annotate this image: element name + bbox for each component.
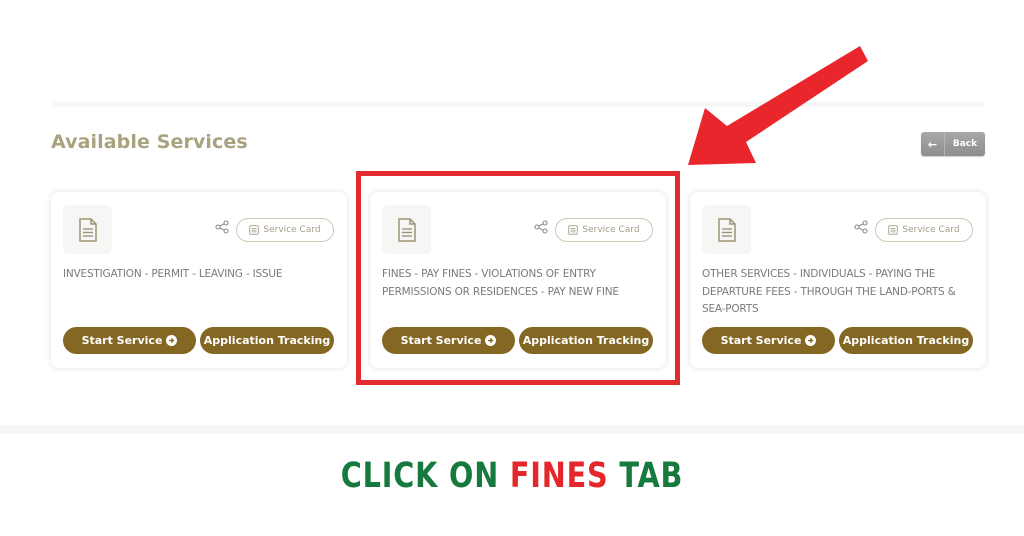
service-card-investigation: Service Card INVESTIGATION - PERMIT - LE…: [51, 192, 347, 368]
service-card-label: Service Card: [582, 225, 640, 235]
share-icon[interactable]: [854, 220, 868, 234]
application-tracking-label: Application Tracking: [522, 334, 650, 347]
service-description: INVESTIGATION - PERMIT - LEAVING - ISSUE: [63, 268, 283, 280]
application-tracking-button[interactable]: Application Tracking: [839, 327, 973, 354]
service-description: OTHER SERVICES - INDIVIDUALS - PAYING TH…: [702, 268, 956, 315]
service-card-label: Service Card: [263, 225, 321, 235]
service-card-fines: Service Card FINES - PAY FINES - VIOLATI…: [370, 192, 666, 368]
service-card-button[interactable]: Service Card: [236, 218, 334, 242]
application-tracking-label: Application Tracking: [203, 334, 331, 347]
application-tracking-button[interactable]: Application Tracking: [519, 327, 653, 354]
service-card-button[interactable]: Service Card: [555, 218, 653, 242]
section-title: Available Services: [51, 131, 248, 153]
application-tracking-label: Application Tracking: [842, 334, 970, 347]
service-card-label: Service Card: [902, 225, 960, 235]
card-list-icon: [888, 225, 899, 235]
arrow-circle-right-icon: [805, 335, 817, 346]
caption-part-3: TAB: [608, 456, 684, 496]
pointer-arrow-icon: [688, 46, 868, 165]
caption-part-1: CLICK ON: [340, 456, 510, 496]
service-description: FINES - PAY FINES - VIOLATIONS OF ENTRY …: [382, 268, 619, 298]
application-tracking-button[interactable]: Application Tracking: [200, 327, 334, 354]
back-button[interactable]: ← Back: [921, 132, 985, 156]
start-service-button[interactable]: Start Service: [382, 327, 515, 354]
caption-part-2: FINES: [509, 456, 609, 496]
start-service-button[interactable]: Start Service: [702, 327, 835, 354]
arrow-circle-right-icon: [485, 335, 497, 346]
document-icon: [63, 205, 112, 254]
share-icon[interactable]: [215, 220, 229, 234]
card-list-icon: [249, 225, 260, 235]
arrow-left-icon: ←: [921, 132, 945, 156]
back-button-label: Back: [952, 139, 978, 149]
document-icon: [702, 205, 751, 254]
start-service-button[interactable]: Start Service: [63, 327, 196, 354]
instruction-caption: CLICK ON FINES TAB: [92, 456, 932, 496]
card-list-icon: [568, 225, 579, 235]
start-service-label: Start Service: [720, 334, 802, 347]
document-icon: [382, 205, 431, 254]
start-service-label: Start Service: [81, 334, 163, 347]
service-card-other-services: Service Card OTHER SERVICES - INDIVIDUAL…: [690, 192, 986, 368]
service-card-button[interactable]: Service Card: [875, 218, 973, 242]
start-service-label: Start Service: [400, 334, 482, 347]
bottom-divider: [0, 425, 1024, 434]
arrow-circle-right-icon: [166, 335, 178, 346]
share-icon[interactable]: [534, 220, 548, 234]
